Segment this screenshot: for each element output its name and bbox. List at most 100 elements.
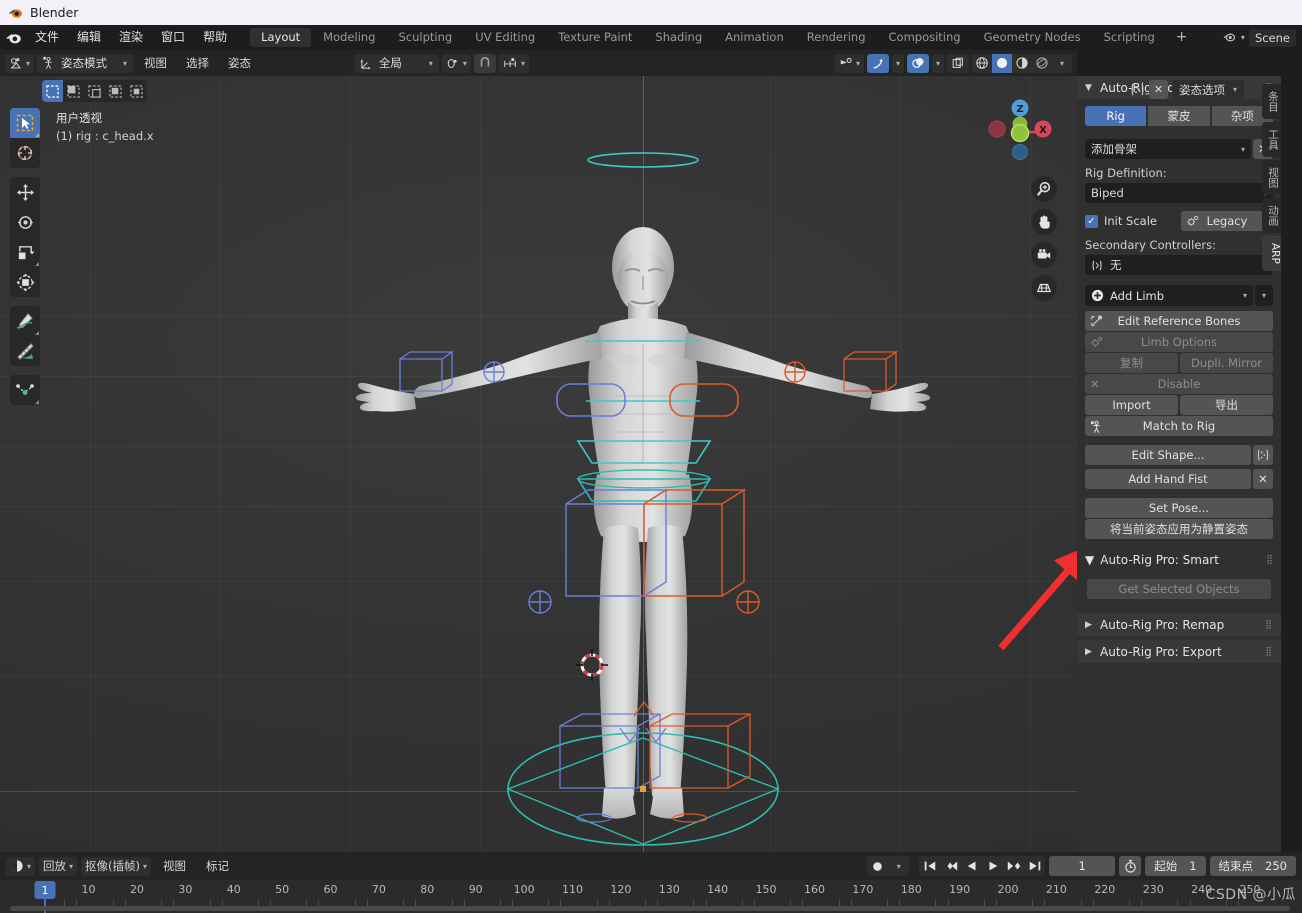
pose-library-icon[interactable] xyxy=(1130,82,1145,97)
add-armature-select[interactable]: 添加骨架 ▾ xyxy=(1085,139,1251,159)
play-button[interactable] xyxy=(982,856,1003,876)
dupli-mirror-button[interactable]: Dupli. Mirror xyxy=(1180,353,1273,373)
menu-window[interactable]: 窗口 xyxy=(152,25,194,50)
drag-dots-icon[interactable]: ⣿ xyxy=(1265,620,1273,630)
auto-keying-record-icon[interactable] xyxy=(867,856,888,876)
select-extend-icon[interactable] xyxy=(63,80,84,102)
timeline-horizontal-scrollbar[interactable] xyxy=(10,906,1290,911)
tab-scripting[interactable]: Scripting xyxy=(1093,28,1166,47)
pan-hand-icon[interactable] xyxy=(1031,209,1057,235)
viewport-menu-view[interactable]: 视图 xyxy=(136,54,175,73)
measure-tool-button[interactable] xyxy=(10,336,40,366)
bendy-bone-tool-button[interactable] xyxy=(10,375,40,405)
scene-data-icon[interactable] xyxy=(1222,31,1237,44)
limb-options-button[interactable]: Limb Options xyxy=(1085,332,1273,352)
arp-smart-header[interactable]: ▼ Auto-Rig Pro: Smart ⣿ xyxy=(1077,548,1281,571)
apply-rest-pose-button[interactable]: 将当前姿态应用为静置姿态 xyxy=(1085,519,1273,539)
transform-tool-button[interactable] xyxy=(10,267,40,297)
panel-tab-arp[interactable]: ARP xyxy=(1262,236,1281,271)
arp-remap-header[interactable]: ▶ Auto-Rig Pro: Remap ⣿ xyxy=(1077,613,1281,636)
playback-menu[interactable]: 回放 ▾ xyxy=(39,856,78,876)
scene-name-field[interactable]: Scene xyxy=(1248,28,1296,47)
zoom-icon[interactable] xyxy=(1031,176,1057,202)
panel-tab-animation[interactable]: 动画 xyxy=(1262,198,1281,233)
tab-geometry-nodes[interactable]: Geometry Nodes xyxy=(973,28,1092,47)
camera-icon[interactable] xyxy=(1031,242,1057,268)
viewport-menu-pose[interactable]: 姿态 xyxy=(220,54,259,73)
tab-layout[interactable]: Layout xyxy=(250,28,312,47)
init-scale-checkbox[interactable]: ✓ xyxy=(1085,214,1098,228)
scene-browse-caret-icon[interactable]: ▾ xyxy=(1241,33,1245,42)
viewport-menu-select[interactable]: 选择 xyxy=(178,54,217,73)
menu-render[interactable]: 渲染 xyxy=(110,25,152,50)
drag-dots-icon[interactable]: ⣿ xyxy=(1266,555,1273,565)
stopwatch-icon[interactable] xyxy=(1119,856,1142,876)
editor-type-icon[interactable]: ▾ xyxy=(5,53,35,73)
duplicate-button[interactable]: 复制 xyxy=(1085,353,1178,373)
frame-end-field[interactable]: 结束点 250 xyxy=(1209,856,1296,876)
export-button[interactable]: 导出 xyxy=(1180,395,1273,415)
jump-to-end-button[interactable] xyxy=(1024,856,1045,876)
rotate-tool-button[interactable] xyxy=(10,207,40,237)
proportional-edit-button[interactable]: ▾ xyxy=(498,53,529,73)
panel-tab-view[interactable]: 视图 xyxy=(1262,160,1281,195)
xray-toggle-button[interactable] xyxy=(947,53,969,73)
transform-orientation-select[interactable]: 全局 ▾ xyxy=(354,53,439,73)
shading-wireframe-button[interactable] xyxy=(972,54,992,73)
tweak-tool-button[interactable] xyxy=(10,108,40,138)
timeline-menu-view[interactable]: 视图 xyxy=(155,857,194,876)
select-invert-icon[interactable] xyxy=(105,80,126,102)
timeline-ruler[interactable]: 10 20 30 40 50 60 70 80 90 100 110 120 130 140 150 160 1… xyxy=(0,880,1302,913)
add-hand-fist-clear-button[interactable]: ✕ xyxy=(1253,469,1273,489)
arp-export-header[interactable]: ▶ Auto-Rig Pro: Export ⣿ xyxy=(1077,640,1281,663)
menu-edit[interactable]: 编辑 xyxy=(68,25,110,50)
next-keyframe-button[interactable] xyxy=(1003,856,1024,876)
blender-menu-icon[interactable] xyxy=(0,29,26,46)
shading-solid-button[interactable] xyxy=(992,53,1012,73)
gizmo-caret-button[interactable]: ▾ xyxy=(891,53,904,73)
shading-caret-button[interactable]: ▾ xyxy=(1052,54,1072,73)
select-subtract-icon[interactable] xyxy=(84,80,105,102)
tab-texture-paint[interactable]: Texture Paint xyxy=(547,28,643,47)
snap-toggle-button[interactable] xyxy=(473,53,496,73)
overlays-caret-button[interactable]: ▾ xyxy=(931,53,944,73)
keying-menu[interactable]: 抠像(插帧) ▾ xyxy=(81,856,152,876)
edit-shape-picker-button[interactable] xyxy=(1253,445,1273,465)
viewport-3d[interactable]: 用户透视 (1) rig : c_head.x Z X xyxy=(0,76,1077,852)
tab-rendering[interactable]: Rendering xyxy=(796,28,877,47)
drag-dots-icon[interactable]: ⣿ xyxy=(1265,647,1273,657)
interaction-mode-select[interactable]: 姿态模式 ▾ xyxy=(37,53,134,73)
menu-file[interactable]: 文件 xyxy=(26,25,68,50)
arp-tab-rig[interactable]: Rig xyxy=(1085,106,1147,126)
select-intersect-icon[interactable] xyxy=(126,80,147,102)
panel-tab-tool[interactable]: 工具 xyxy=(1262,122,1281,157)
pose-options-select[interactable]: 姿态选项 ▾ xyxy=(1172,80,1245,99)
menu-help[interactable]: 帮助 xyxy=(194,25,236,50)
prev-keyframe-button[interactable] xyxy=(940,856,961,876)
edit-shape-button[interactable]: Edit Shape... xyxy=(1085,445,1251,465)
secondary-controllers-select[interactable]: 无 ▾ xyxy=(1085,255,1273,275)
annotate-tool-button[interactable] xyxy=(10,306,40,336)
navigation-gizmo[interactable]: Z X xyxy=(981,90,1059,168)
move-tool-button[interactable] xyxy=(10,177,40,207)
add-limb-button[interactable]: Add Limb ▾ xyxy=(1085,285,1253,306)
pose-clear-button[interactable]: ✕ xyxy=(1149,80,1168,99)
tab-animation[interactable]: Animation xyxy=(714,28,795,47)
timeline-menu-marker[interactable]: 标记 xyxy=(198,857,237,876)
add-workspace-button[interactable]: + xyxy=(1167,28,1197,47)
tab-compositing[interactable]: Compositing xyxy=(878,28,972,47)
jump-to-start-button[interactable] xyxy=(919,856,940,876)
add-hand-fist-button[interactable]: Add Hand Fist xyxy=(1085,469,1251,489)
show-gizmo-button[interactable] xyxy=(866,53,889,73)
shading-rendered-button[interactable] xyxy=(1032,54,1052,73)
tab-shading[interactable]: Shading xyxy=(644,28,713,47)
shading-material-preview-button[interactable] xyxy=(1012,54,1032,73)
visibility-selectability-button[interactable]: ▾ xyxy=(834,53,864,73)
tab-uv-editing[interactable]: UV Editing xyxy=(464,28,546,47)
play-reverse-button[interactable] xyxy=(961,856,982,876)
tab-modeling[interactable]: Modeling xyxy=(312,28,386,47)
playhead-frame-indicator[interactable]: 1 xyxy=(34,881,56,899)
set-pose-button[interactable]: Set Pose... xyxy=(1085,498,1273,518)
current-frame-field[interactable]: 1 xyxy=(1049,856,1116,876)
cursor-tool-button[interactable] xyxy=(10,138,40,168)
